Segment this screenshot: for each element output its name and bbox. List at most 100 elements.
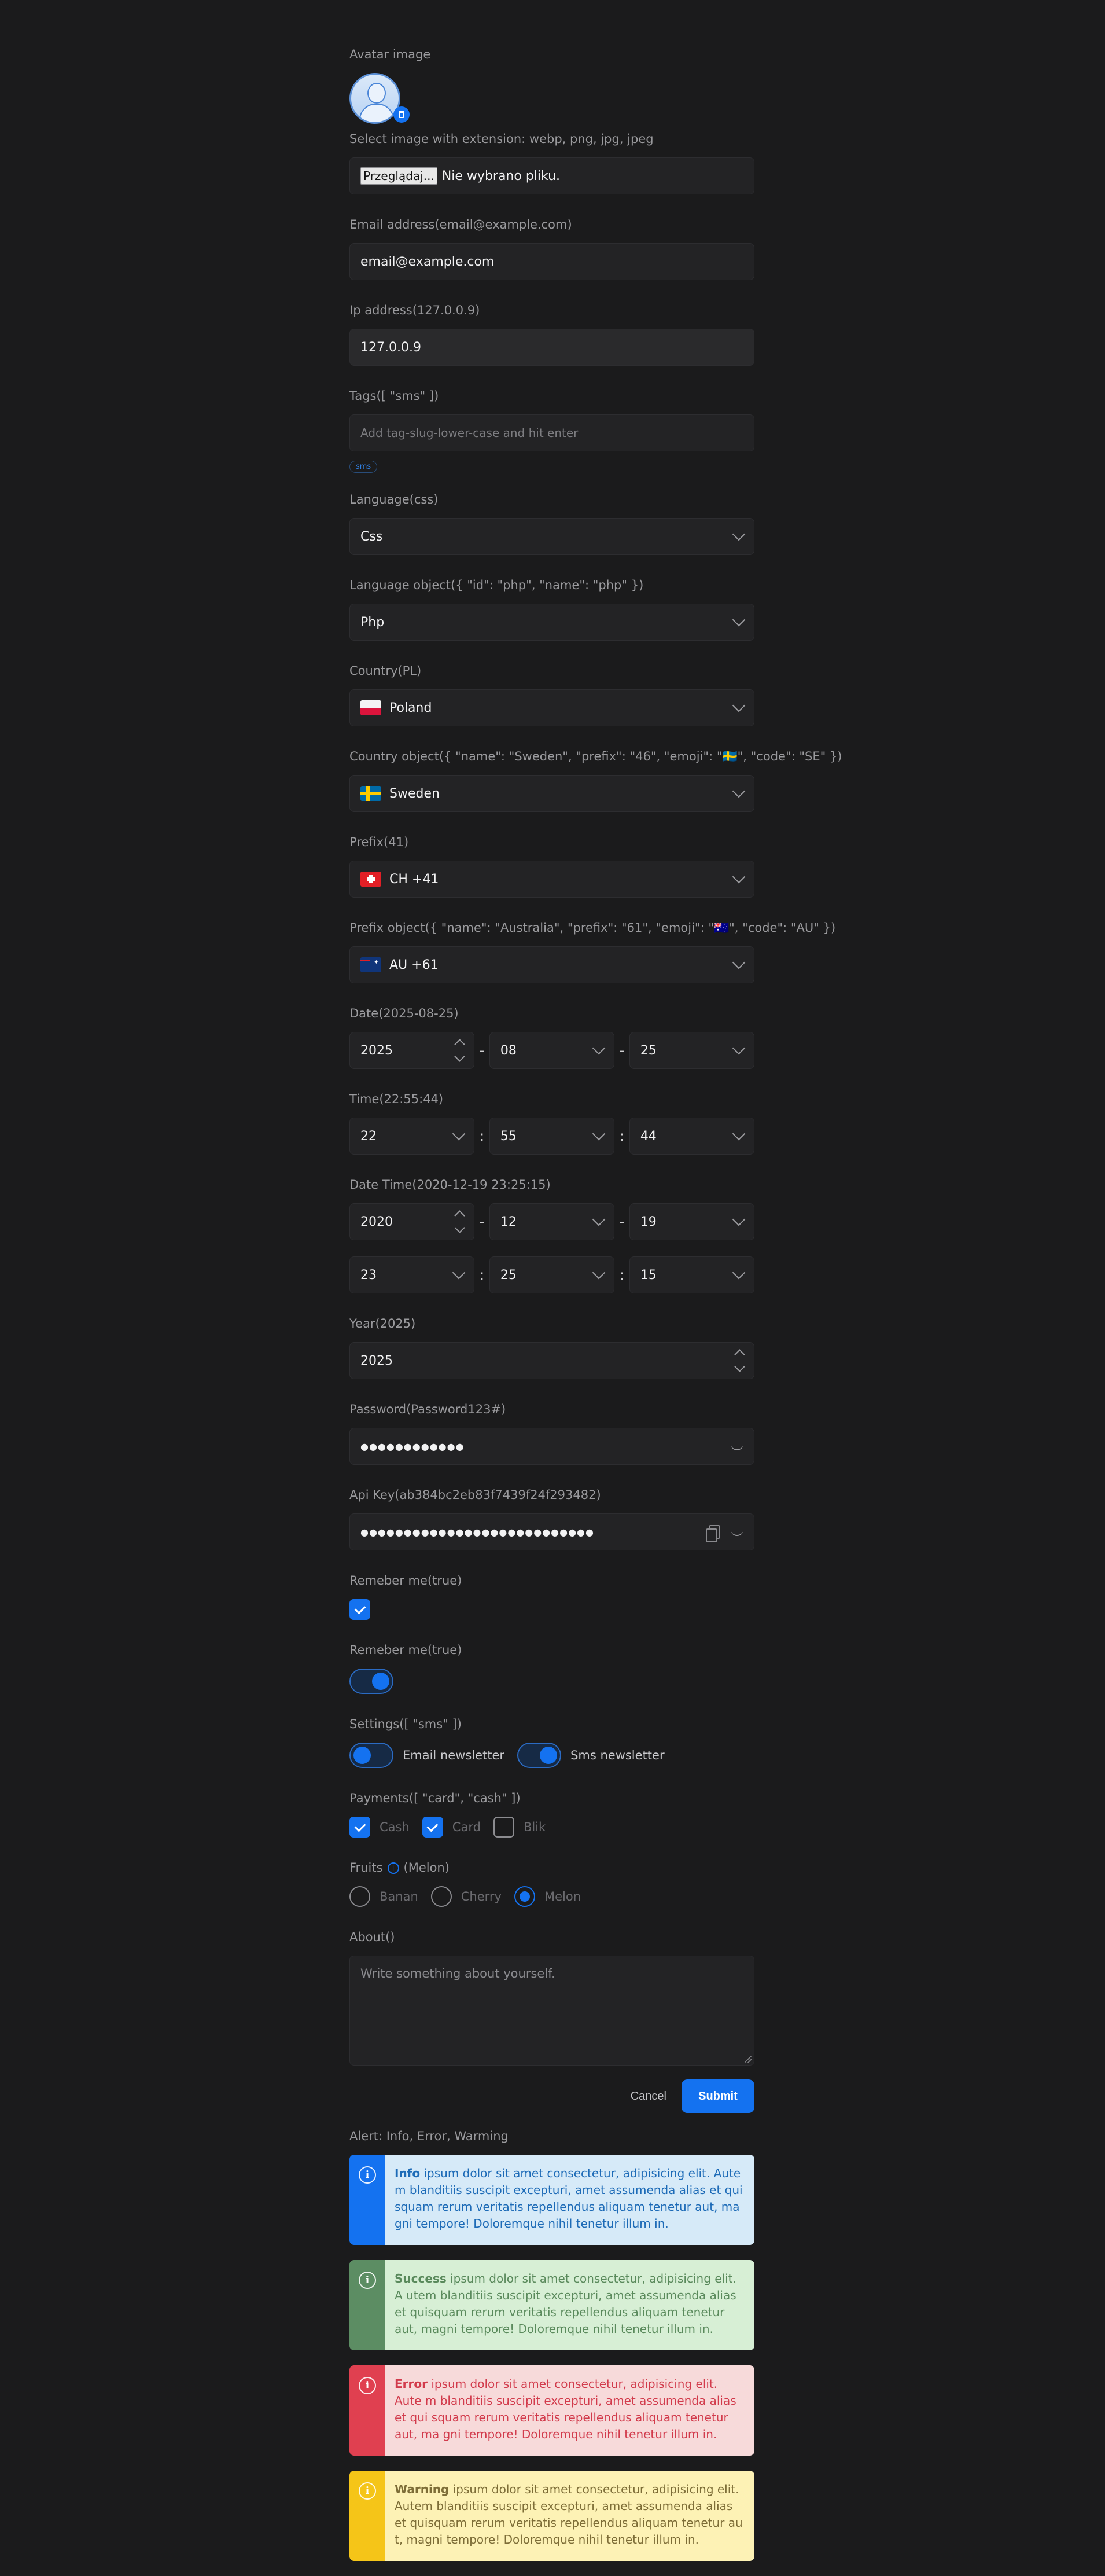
ip-field[interactable]: 127.0.0.9 [349, 329, 754, 366]
datetime-minute-select[interactable]: 25 [489, 1256, 615, 1293]
alert-body: Info ipsum dolor sit amet consectetur, a… [385, 2155, 754, 2245]
apikey-value: ●●●●●●●●●●●●●●●●●●●●●●●●●●● [360, 1526, 594, 1538]
eye-closed-icon[interactable] [731, 1528, 743, 1536]
remember-toggle[interactable] [349, 1669, 393, 1694]
password-field[interactable]: ●●●●●●●●●●●● [349, 1428, 754, 1465]
prefix-label: Prefix(41) [349, 835, 409, 849]
chevron-down-icon[interactable] [454, 1051, 465, 1062]
year-input[interactable]: 2025 [349, 1342, 754, 1379]
delete-avatar-button[interactable] [393, 106, 410, 123]
datetime-date-inputs: 2020 - 12 - 19 [349, 1203, 754, 1240]
prefix-object-label: Prefix object({ "name": "Australia", "pr… [349, 921, 836, 935]
language-select[interactable]: Css [349, 518, 754, 555]
check-icon [354, 1820, 366, 1832]
sms-newsletter-label: Sms newsletter [570, 1748, 665, 1762]
switzerland-flag-icon [360, 872, 381, 887]
datetime-year-value: 2020 [360, 1214, 393, 1229]
chevron-down-icon[interactable] [734, 1361, 745, 1372]
time-hour-select[interactable]: 22 [349, 1118, 475, 1155]
time-minute-select[interactable]: 55 [489, 1118, 615, 1155]
email-field[interactable]: email@example.com [349, 243, 754, 280]
time-separator: : [479, 1267, 485, 1283]
info-icon: i [359, 2377, 376, 2394]
avatar-body-icon [359, 104, 394, 122]
cancel-button[interactable]: Cancel [616, 2090, 682, 2103]
fruits-value-note: (Melon) [403, 1861, 450, 1875]
remember-toggle-label: Remeber me(true) [349, 1643, 462, 1657]
melon-radio[interactable] [514, 1886, 535, 1907]
date-label: Date(2025-08-25) [349, 1006, 459, 1020]
chevron-down-icon [732, 956, 746, 969]
date-year-input[interactable]: 2025 [349, 1032, 475, 1069]
check-icon [354, 1603, 366, 1614]
melon-label: Melon [544, 1890, 581, 1903]
chevron-down-icon [732, 699, 746, 712]
cash-label: Cash [380, 1820, 410, 1834]
date-year-value: 2025 [360, 1043, 393, 1058]
blik-checkbox[interactable] [493, 1817, 514, 1838]
chevron-up-icon[interactable] [454, 1039, 465, 1050]
payments-label: Payments([ "card", "cash" ]) [349, 1791, 521, 1805]
year-stepper[interactable] [454, 1039, 465, 1062]
alert-title: Warning [395, 2482, 450, 2496]
time-hour-value: 22 [360, 1129, 377, 1144]
prefix-object-select[interactable]: AU +61 [349, 946, 754, 983]
tags-label: Tags([ "sms" ]) [349, 389, 439, 403]
profile-form: Avatar image Select image with extension… [349, 46, 842, 2576]
avatar[interactable] [349, 73, 400, 124]
tags-placeholder: Add tag-slug-lower-case and hit enter [360, 426, 579, 440]
country-object-select[interactable]: Sweden [349, 775, 754, 812]
time-second-value: 44 [640, 1129, 657, 1144]
blik-label: Blik [523, 1820, 546, 1834]
toggle-knob [353, 1747, 371, 1764]
datetime-month-select[interactable]: 12 [489, 1203, 615, 1240]
alert-info: i Info ipsum dolor sit amet consectetur,… [349, 2155, 754, 2245]
resize-handle-icon[interactable] [745, 2056, 752, 2063]
apikey-field[interactable]: ●●●●●●●●●●●●●●●●●●●●●●●●●●● [349, 1513, 754, 1550]
tags-input[interactable]: Add tag-slug-lower-case and hit enter [349, 414, 754, 451]
chevron-down-icon [732, 870, 746, 884]
language-object-select[interactable]: Php [349, 604, 754, 641]
alert-title: Info [395, 2166, 421, 2180]
alert-body: Error ipsum dolor sit amet consectetur, … [385, 2365, 754, 2456]
chevron-down-icon [732, 1127, 746, 1141]
email-value: email@example.com [360, 254, 495, 269]
datetime-day-select[interactable]: 19 [629, 1203, 754, 1240]
prefix-select[interactable]: CH +41 [349, 861, 754, 898]
datetime-label: Date Time(2020-12-19 23:25:15) [349, 1178, 551, 1192]
card-checkbox[interactable] [422, 1817, 443, 1838]
time-second-select[interactable]: 44 [629, 1118, 754, 1155]
toggle-knob [372, 1673, 389, 1690]
prefix-value: CH +41 [389, 872, 439, 887]
datetime-month-value: 12 [500, 1214, 517, 1229]
chevron-up-icon[interactable] [734, 1349, 745, 1360]
remember-checkbox[interactable] [349, 1599, 370, 1620]
cash-checkbox[interactable] [349, 1817, 370, 1838]
country-select[interactable]: Poland [349, 689, 754, 726]
info-icon[interactable]: i [387, 1862, 399, 1874]
date-month-select[interactable]: 08 [489, 1032, 615, 1069]
banan-radio[interactable] [349, 1886, 370, 1907]
sms-newsletter-toggle[interactable] [517, 1743, 562, 1768]
date-day-select[interactable]: 25 [629, 1032, 754, 1069]
chevron-up-icon[interactable] [454, 1210, 465, 1221]
datetime-second-select[interactable]: 15 [629, 1256, 754, 1293]
browse-button[interactable]: Przeglądaj... [360, 167, 437, 185]
chevron-down-icon [732, 527, 746, 541]
year-value: 2025 [360, 1353, 393, 1368]
copy-icon[interactable] [706, 1525, 720, 1542]
submit-button[interactable]: Submit [682, 2079, 754, 2113]
email-newsletter-toggle[interactable] [349, 1743, 393, 1768]
time-inputs: 22 : 55 : 44 [349, 1118, 754, 1155]
year-stepper[interactable] [734, 1349, 745, 1372]
cherry-radio[interactable] [430, 1886, 452, 1907]
chevron-down-icon[interactable] [454, 1222, 465, 1233]
year-stepper[interactable] [454, 1210, 465, 1233]
time-label: Time(22:55:44) [349, 1092, 444, 1106]
datetime-hour-select[interactable]: 23 [349, 1256, 475, 1293]
file-input[interactable]: Przeglądaj... Nie wybrano pliku. [349, 157, 754, 194]
tag-chip-sms[interactable]: sms [349, 461, 378, 473]
datetime-year-input[interactable]: 2020 [349, 1203, 475, 1240]
about-textarea[interactable]: Write something about yourself. [349, 1956, 754, 2066]
eye-closed-icon[interactable] [731, 1443, 743, 1450]
